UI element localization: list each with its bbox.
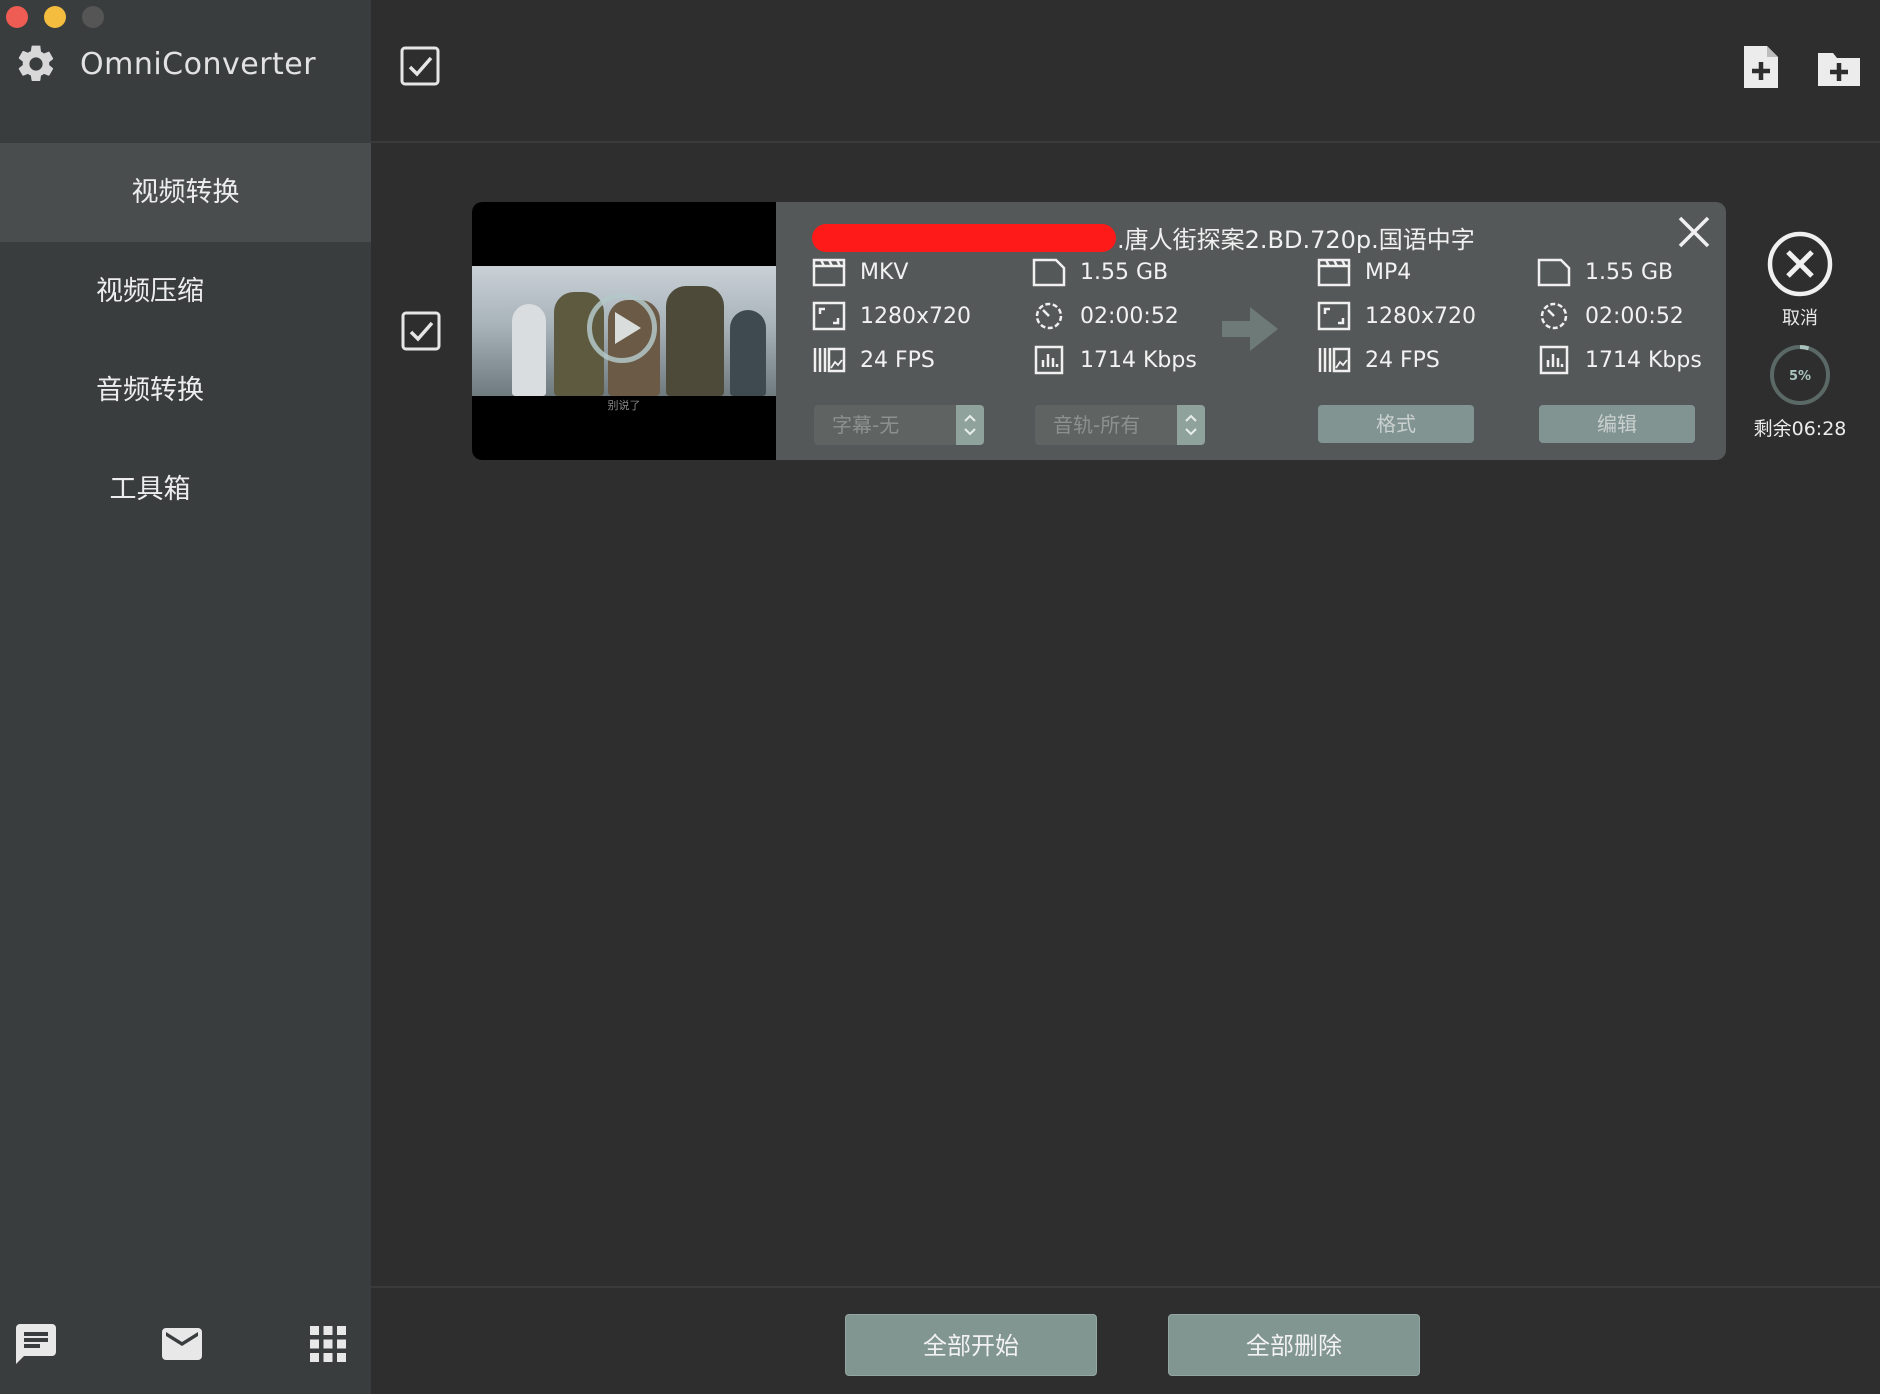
task-checkbox[interactable]: [401, 311, 441, 351]
target-duration-value: 02:00:52: [1585, 303, 1684, 329]
source-resolution: 1280x720: [812, 301, 971, 331]
source-fps-value: 24 FPS: [860, 347, 935, 373]
stepper-icon[interactable]: [1177, 405, 1205, 445]
cancel-icon[interactable]: [1766, 230, 1834, 298]
target-fps-value: 24 FPS: [1365, 347, 1440, 373]
bottom-bar: 全部开始 全部删除: [371, 1286, 1880, 1394]
progress-percent: 5%: [1789, 369, 1811, 384]
app-brand: OmniConverter: [14, 42, 316, 86]
thumbnail-caption: 别说了: [607, 399, 641, 412]
sidebar-item-video-compress[interactable]: 视频压缩: [0, 242, 300, 341]
sidebar: OmniConverter 视频转换 视频压缩 音频转换 工具箱: [0, 0, 371, 1394]
sidebar-item-label: 音频转换: [96, 375, 204, 406]
timer-icon: [1035, 302, 1063, 330]
window-controls: [6, 6, 104, 28]
target-format-value: MP4: [1365, 259, 1412, 285]
framerate-icon: [813, 347, 846, 373]
audio-select-value: 音轨-所有: [1053, 413, 1141, 437]
resolution-icon: [1317, 301, 1351, 331]
grid-icon[interactable]: [304, 1320, 352, 1368]
progress-indicator: 5% 剩余06:28: [1748, 342, 1852, 441]
format-button[interactable]: 格式: [1318, 405, 1474, 443]
edit-button[interactable]: 编辑: [1539, 405, 1695, 443]
target-bitrate-value: 1714 Kbps: [1585, 347, 1702, 373]
source-format-value: MKV: [860, 259, 909, 285]
sidebar-footer: [12, 1320, 352, 1368]
add-folder-icon[interactable]: [1816, 44, 1862, 90]
progress-ring: 5%: [1770, 345, 1830, 405]
sidebar-item-video-convert[interactable]: 视频转换: [0, 143, 371, 242]
source-resolution-value: 1280x720: [860, 303, 971, 329]
target-bitrate: 1714 Kbps: [1537, 345, 1702, 375]
close-window-button[interactable]: [6, 6, 28, 28]
zoom-window-button[interactable]: [82, 6, 104, 28]
subtitle-select[interactable]: 字幕-无: [814, 405, 984, 445]
bitrate-icon: [1034, 345, 1064, 375]
mail-icon[interactable]: [158, 1320, 206, 1368]
chat-icon[interactable]: [12, 1320, 60, 1368]
target-format: MP4: [1317, 257, 1411, 287]
audio-track-select[interactable]: 音轨-所有: [1035, 405, 1205, 445]
cancel-label: 取消: [1782, 308, 1818, 329]
gear-icon[interactable]: [14, 42, 58, 86]
task-card: 别说了 .唐人街探案2.BD.720p.国语中字 MKV 1280x720 24…: [472, 202, 1726, 460]
convert-arrow-icon: [1222, 307, 1278, 351]
target-size: 1.55 GB: [1537, 257, 1673, 287]
file-icon: [1537, 258, 1571, 287]
sidebar-item-audio-convert[interactable]: 音频转换: [0, 341, 300, 440]
remove-task-icon[interactable]: [1676, 214, 1712, 250]
target-resolution-value: 1280x720: [1365, 303, 1476, 329]
play-icon[interactable]: [587, 293, 657, 363]
resolution-icon: [812, 301, 846, 331]
source-size: 1.55 GB: [1032, 257, 1168, 287]
framerate-icon: [1318, 347, 1351, 373]
clapper-icon: [812, 258, 846, 287]
stepper-icon[interactable]: [956, 405, 984, 445]
video-thumbnail[interactable]: 别说了: [472, 202, 776, 460]
select-all-checkbox[interactable]: [400, 46, 440, 86]
clapper-icon: [1317, 258, 1351, 287]
bitrate-icon: [1539, 345, 1569, 375]
source-size-value: 1.55 GB: [1080, 259, 1169, 285]
subtitle-select-value: 字幕-无: [832, 413, 900, 437]
source-bitrate: 1714 Kbps: [1032, 345, 1197, 375]
toolbar-actions: [1740, 44, 1862, 90]
sidebar-item-label: 视频转换: [131, 177, 240, 208]
source-bitrate-value: 1714 Kbps: [1080, 347, 1197, 373]
minimize-window-button[interactable]: [44, 6, 66, 28]
file-icon: [1032, 258, 1066, 287]
app-title: OmniConverter: [80, 46, 317, 82]
target-size-value: 1.55 GB: [1585, 259, 1674, 285]
target-resolution: 1280x720: [1317, 301, 1476, 331]
task-title-row: .唐人街探案2.BD.720p.国语中字: [812, 216, 1632, 256]
sidebar-nav: 视频转换 视频压缩 音频转换 工具箱: [0, 143, 371, 539]
timer-icon: [1540, 302, 1568, 330]
cancel-task[interactable]: 取消: [1764, 230, 1836, 330]
source-format: MKV: [812, 257, 908, 287]
remaining-time: 剩余06:28: [1753, 418, 1847, 440]
sidebar-item-label: 视频压缩: [96, 276, 204, 307]
source-duration: 02:00:52: [1032, 301, 1179, 331]
task-filename: .唐人街探案2.BD.720p.国语中字: [1117, 226, 1475, 254]
target-fps: 24 FPS: [1317, 345, 1440, 375]
delete-all-button[interactable]: 全部删除: [1168, 1314, 1420, 1376]
source-duration-value: 02:00:52: [1080, 303, 1179, 329]
source-fps: 24 FPS: [812, 345, 935, 375]
add-file-icon[interactable]: [1740, 44, 1782, 90]
sidebar-item-label: 工具箱: [109, 474, 191, 505]
sidebar-item-toolbox[interactable]: 工具箱: [0, 440, 300, 539]
toolbar: [371, 0, 1880, 143]
redaction-mark: [812, 224, 1116, 252]
start-all-button[interactable]: 全部开始: [845, 1314, 1097, 1376]
target-duration: 02:00:52: [1537, 301, 1684, 331]
